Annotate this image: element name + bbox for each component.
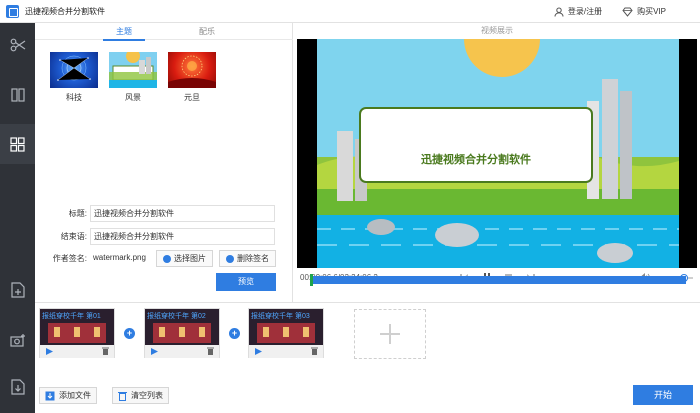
sidebar (0, 23, 35, 413)
clip-item[interactable]: 报纸穿校千年 第01 (39, 308, 115, 358)
add-file-icon (10, 282, 25, 298)
clip-thumbnail: 报纸穿校千年 第01 (40, 309, 114, 345)
clip-toolbar (40, 345, 114, 358)
scissors-icon (10, 38, 25, 52)
ending-label: 结束语: (60, 232, 87, 241)
signature-label: 作者签名: (52, 254, 87, 263)
add-file-button[interactable]: 添加文件 (39, 387, 97, 404)
sidebar-item-export[interactable] (0, 367, 35, 407)
camera-plus-icon (9, 333, 25, 347)
theme-newyear[interactable]: 元旦 (168, 52, 216, 103)
vip-label: 购买VIP (637, 7, 666, 16)
preview-button[interactable]: 预览 (216, 273, 276, 291)
clip-title: 报纸穿校千年 第03 (251, 313, 310, 320)
clip-item[interactable]: 报纸穿校千年 第02 (144, 308, 220, 358)
theme-tech[interactable]: 科技 (50, 52, 98, 103)
title-input[interactable]: 迅捷视频合并分割软件 (90, 205, 275, 222)
theme-panel: 主题 配乐 科技 风景 元旦 标题: 迅捷视频合并分割软件 结束语: 迅捷视频合… (35, 23, 293, 302)
video-preview[interactable]: 迅捷视频合并分割软件 (297, 39, 697, 268)
ending-input[interactable]: 迅捷视频合并分割软件 (90, 228, 275, 245)
plus-icon (380, 324, 400, 344)
grid-icon (10, 136, 25, 152)
clear-icon (118, 391, 127, 401)
trash-icon[interactable] (207, 347, 214, 355)
user-icon (554, 7, 564, 17)
add-icon (163, 254, 171, 263)
title-bar: 迅捷视频合并分割软件 登录/注册 购买VIP (0, 0, 700, 23)
panel-tabs: 主题 配乐 (35, 23, 293, 41)
select-image-button[interactable]: 选择图片 (156, 250, 213, 267)
trash-icon[interactable] (311, 347, 318, 355)
clip-title: 报纸穿校千年 第01 (42, 313, 101, 320)
delete-signature-button[interactable]: 删除签名 (219, 250, 276, 267)
remove-icon (226, 254, 234, 263)
sidebar-item-add[interactable] (0, 270, 35, 310)
theme-tech-thumbnail (50, 52, 98, 88)
theme-scenery[interactable]: 风景 (109, 52, 157, 103)
theme-tech-label: 科技 (66, 93, 82, 102)
theme-newyear-thumbnail (168, 52, 216, 88)
bottom-toolbar: 添加文件 清空列表 开始 (35, 380, 700, 413)
clip-title: 报纸穿校千年 第02 (147, 313, 206, 320)
join-icon: + (229, 328, 240, 339)
clip-item[interactable]: 报纸穿校千年 第03 (248, 308, 324, 358)
login-button[interactable]: 登录/注册 (554, 6, 602, 17)
sidebar-item-cut[interactable] (0, 25, 35, 65)
title-bar-actions: 登录/注册 购买VIP (554, 0, 666, 23)
clear-list-label: 清空列表 (131, 391, 163, 400)
add-file-label: 添加文件 (59, 391, 91, 400)
clip-toolbar (145, 345, 219, 358)
theme-scenery-label: 风景 (125, 93, 141, 102)
signature-file: watermark.png (93, 253, 146, 262)
timeline-handle[interactable] (310, 274, 314, 286)
join-icon: + (124, 328, 135, 339)
delete-signature-label: 删除签名 (237, 254, 269, 263)
diamond-icon (622, 7, 633, 17)
trash-icon[interactable] (102, 347, 109, 355)
ending-row: 结束语: 迅捷视频合并分割软件 (35, 228, 293, 245)
theme-scenery-thumbnail (109, 52, 157, 88)
play-icon[interactable] (151, 348, 158, 355)
video-panel: 视频展示 迅捷视频合并分割软件 00:00:06.6/02:24:06.2 (294, 23, 700, 302)
preview-title: 视频展示 (481, 26, 513, 35)
import-icon (45, 391, 55, 400)
sidebar-item-split[interactable] (0, 75, 35, 115)
theme-newyear-label: 元旦 (184, 93, 200, 102)
download-file-icon (10, 379, 25, 395)
clip-toolbar (249, 345, 323, 358)
play-icon[interactable] (255, 348, 262, 355)
sidebar-item-snapshot[interactable] (0, 320, 35, 360)
timeline-progress[interactable] (310, 274, 686, 286)
signature-row: 作者签名: watermark.png 选择图片 删除签名 (35, 250, 293, 267)
play-icon[interactable] (46, 348, 53, 355)
tab-theme[interactable]: 主题 (97, 23, 151, 41)
select-image-label: 选择图片 (174, 254, 206, 263)
add-clip-slot[interactable] (354, 309, 426, 359)
clear-list-button[interactable]: 清空列表 (112, 387, 169, 404)
clip-list: 报纸穿校千年 第01 + 报纸穿校千年 第02 + 报纸穿校千年 第03 (35, 302, 700, 380)
start-button[interactable]: 开始 (633, 385, 693, 405)
clip-thumbnail: 报纸穿校千年 第02 (145, 309, 219, 345)
buy-vip-button[interactable]: 购买VIP (622, 6, 666, 17)
login-label: 登录/注册 (567, 7, 603, 16)
app-title: 迅捷视频合并分割软件 (25, 6, 105, 16)
video-overlay-title: 迅捷视频合并分割软件 (421, 154, 531, 166)
clip-thumbnail: 报纸穿校千年 第03 (249, 309, 323, 345)
columns-icon (10, 88, 25, 102)
app-logo-icon (6, 4, 19, 18)
title-row: 标题: 迅捷视频合并分割软件 (35, 205, 293, 222)
title-label: 标题: (68, 209, 87, 218)
sidebar-item-merge[interactable] (0, 124, 35, 164)
tab-music[interactable]: 配乐 (180, 23, 234, 40)
